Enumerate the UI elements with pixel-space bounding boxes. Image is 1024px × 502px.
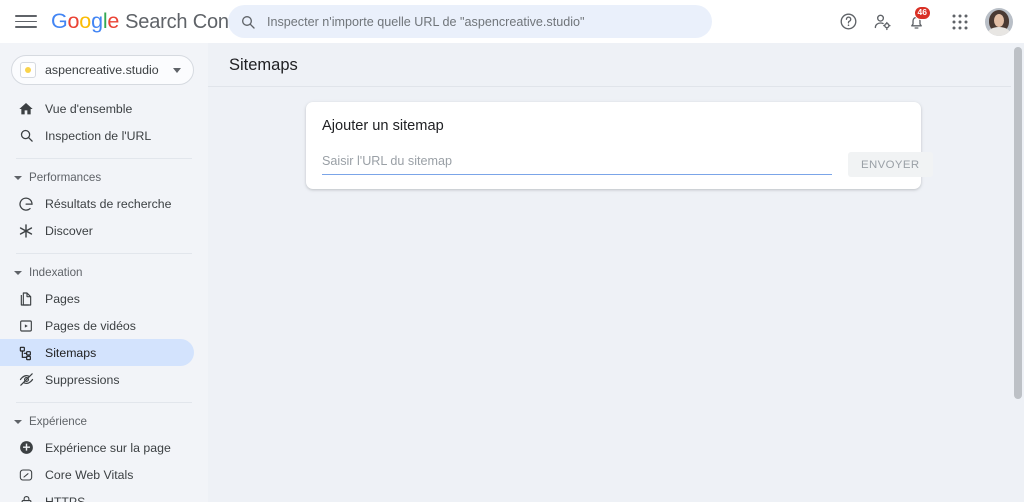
sitemap-url-input[interactable]	[322, 152, 832, 175]
submit-sitemap-button[interactable]: ENVOYER	[848, 152, 933, 177]
google-g-icon	[17, 195, 35, 213]
sidebar-item-label: HTTPS	[45, 494, 86, 502]
speedometer-icon	[17, 466, 35, 484]
page-icon	[17, 290, 35, 308]
google-logo: Google	[51, 9, 119, 34]
chevron-down-icon	[14, 175, 22, 180]
sidebar-item-pages-de-videos[interactable]: Pages de vidéos	[0, 312, 194, 339]
sidebar-divider	[16, 158, 192, 159]
property-selector[interactable]: aspencreative.studio	[11, 55, 194, 85]
top-app-bar: Google Search Console Inspecter n'import…	[0, 0, 1024, 43]
avatar[interactable]	[985, 7, 1013, 36]
add-sitemap-form: ENVOYER	[322, 152, 933, 180]
main-scrollbar-thumb[interactable]	[1013, 47, 1022, 399]
hidden-eye-icon	[17, 371, 35, 389]
sidebar-item-vue-densemble[interactable]: Vue d'ensemble	[0, 95, 194, 122]
notifications-bell-icon[interactable]: 46	[899, 5, 933, 39]
sidebar-item-label: Résultats de recherche	[45, 196, 172, 211]
chevron-down-icon	[173, 67, 181, 73]
apps-grid-icon[interactable]	[943, 5, 977, 39]
sitemap-icon	[17, 344, 35, 362]
sidebar-item-suppressions[interactable]: Suppressions	[0, 366, 194, 393]
sidebar-divider	[16, 402, 192, 403]
discover-asterisk-icon	[17, 222, 35, 240]
sidebar-divider	[16, 253, 192, 254]
sidebar-item-inspection-de-lurl[interactable]: Inspection de l'URL	[0, 122, 194, 149]
sidebar-item-label: Sitemaps	[45, 345, 97, 360]
sidebar: aspencreative.studio Vue d'ensemble Insp…	[0, 43, 208, 502]
home-icon	[17, 100, 35, 118]
avatar-face	[994, 13, 1004, 27]
sidebar-item-label: Discover	[45, 223, 93, 238]
search-icon	[240, 14, 256, 30]
url-inspection-search-bar[interactable]	[228, 5, 712, 38]
chevron-down-icon	[14, 270, 22, 275]
sidebar-item-https[interactable]: HTTPS	[0, 488, 194, 502]
google-logo-letter-g: g	[91, 9, 103, 33]
google-logo-letter-o1: o	[67, 9, 80, 33]
sidebar-item-label: Core Web Vitals	[45, 467, 134, 482]
sidebar-item-core-web-vitals[interactable]: Core Web Vitals	[0, 461, 194, 488]
add-sitemap-card: Ajouter un sitemap ENVOYER	[306, 102, 933, 189]
card-title: Ajouter un sitemap	[322, 118, 444, 134]
sidebar-item-discover[interactable]: Discover	[0, 217, 194, 244]
google-logo-letter-o2: o	[79, 9, 92, 33]
sidebar-section-label: Performances	[29, 171, 102, 184]
search-input[interactable]	[267, 14, 687, 29]
avatar-body	[988, 26, 1010, 36]
sidebar-section-indexation[interactable]: Indexation	[0, 260, 208, 285]
page-experience-icon	[17, 439, 35, 457]
sidebar-item-label: Expérience sur la page	[45, 440, 171, 455]
hamburger-menu-icon[interactable]	[15, 11, 37, 33]
google-logo-letter-G: G	[51, 9, 68, 33]
main-content: Sitemaps Ajouter un sitemap ENVOYER	[208, 43, 1024, 502]
sidebar-item-label: Pages de vidéos	[45, 318, 136, 333]
sidebar-item-label: Pages	[45, 291, 80, 306]
sidebar-top-nav: Vue d'ensemble Inspection de l'URL	[0, 95, 208, 149]
sidebar-section-performances[interactable]: Performances	[0, 165, 208, 190]
google-logo-letter-e: e	[107, 9, 120, 33]
sidebar-item-sitemaps[interactable]: Sitemaps	[0, 339, 194, 366]
video-page-icon	[17, 317, 35, 335]
sidebar-item-label: Vue d'ensemble	[45, 101, 133, 116]
lock-icon	[17, 493, 35, 502]
sidebar-section-label: Indexation	[29, 266, 83, 279]
page-title: Sitemaps	[229, 56, 298, 74]
sidebar-item-pages[interactable]: Pages	[0, 285, 194, 312]
sitemap-url-field-wrapper	[322, 152, 832, 175]
property-icon	[20, 62, 36, 78]
sidebar-section-label: Expérience	[29, 415, 88, 428]
chevron-down-icon	[14, 419, 22, 424]
account-settings-icon[interactable]	[865, 5, 899, 39]
top-bar-actions: 46	[831, 0, 1015, 43]
sidebar-item-label: Inspection de l'URL	[45, 128, 152, 143]
search-icon	[17, 127, 35, 145]
sidebar-item-experience-sur-la-page[interactable]: Expérience sur la page	[0, 434, 194, 461]
help-icon[interactable]	[831, 5, 865, 39]
notification-count-badge: 46	[913, 5, 931, 20]
sidebar-item-label: Suppressions	[45, 372, 120, 387]
title-divider	[208, 86, 1024, 87]
sidebar-item-resultats-de-recherche[interactable]: Résultats de recherche	[0, 190, 194, 217]
property-name: aspencreative.studio	[45, 63, 159, 77]
sidebar-section-experience[interactable]: Expérience	[0, 409, 208, 434]
